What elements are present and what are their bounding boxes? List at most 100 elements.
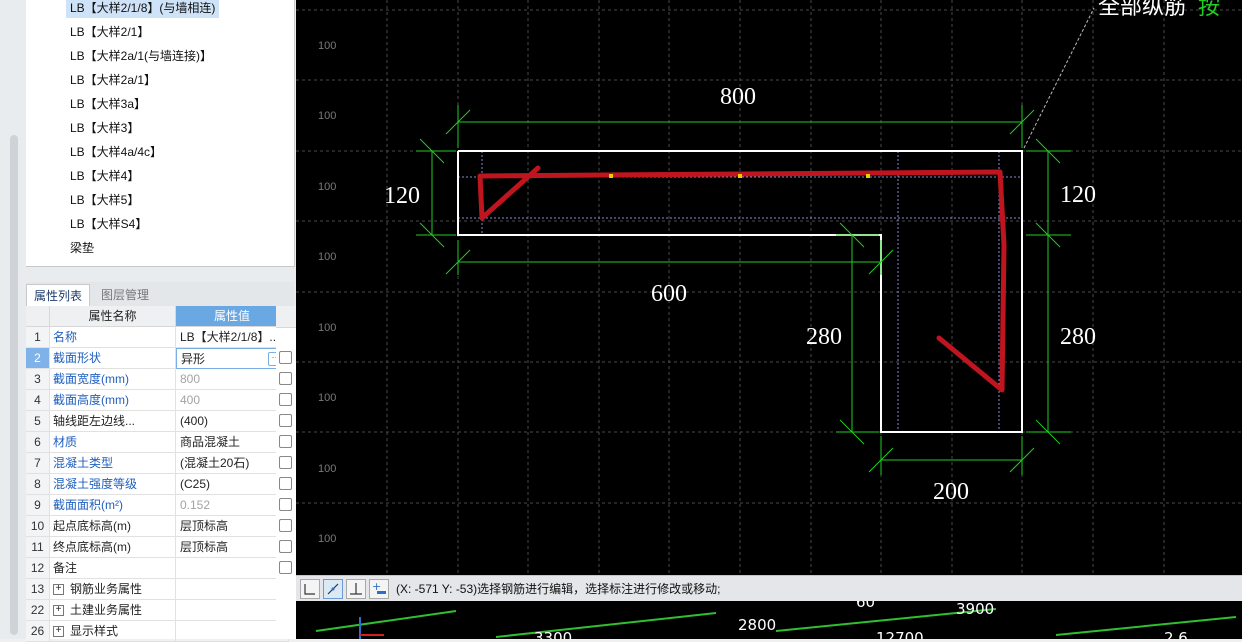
property-grid: 属性名称 属性值 附加 1 名称 LB【大样2/1/8】... 2 截面形状 异…	[26, 306, 329, 642]
tree-item[interactable]: LB【大样2/1】	[66, 22, 153, 42]
property-row[interactable]: 9 截面面积(m²) 0.152	[26, 495, 294, 516]
property-value-editor[interactable]: 异形 ···	[176, 348, 289, 369]
extra-checkbox[interactable]	[279, 561, 292, 574]
grid-label: 100	[318, 533, 336, 545]
property-group-row[interactable]: 13 + 钢筋业务属性	[26, 579, 294, 600]
property-row[interactable]: 12 备注	[26, 558, 294, 579]
property-name: 起点底标高(m)	[50, 516, 176, 537]
orthogonal-mode-icon[interactable]	[300, 579, 320, 599]
property-group[interactable]: + 土建业务属性	[50, 600, 176, 621]
add-dimension-icon[interactable]: +	[369, 579, 389, 599]
property-name: 备注	[50, 558, 176, 579]
property-group[interactable]: + 钢筋业务属性	[50, 579, 176, 600]
tree-item[interactable]: LB【大样2/1/8】(与墙相连)	[66, 0, 220, 18]
tree-item[interactable]: LB【大样4a/4c】	[66, 142, 166, 162]
property-row[interactable]: 5 轴线距左边线... (400)	[26, 411, 294, 432]
extra-checkbox[interactable]	[279, 540, 292, 553]
property-row[interactable]: 2 截面形状 异形 ···	[26, 348, 317, 369]
extra-checkbox[interactable]	[279, 519, 292, 532]
row-number: 22	[26, 600, 50, 621]
property-row[interactable]: 3 截面宽度(mm) 800	[26, 369, 294, 390]
checkbox-column	[276, 306, 296, 639]
dim-left[interactable]: 120	[384, 183, 420, 209]
rebar-point[interactable]	[866, 174, 870, 178]
grid-label: 100	[318, 463, 336, 475]
tree-item[interactable]: LB【大样2a/1(与墙连接)】	[66, 46, 216, 66]
expand-icon[interactable]: +	[53, 626, 64, 638]
axis-label: 60	[856, 601, 875, 611]
section-drawing[interactable]: 100 100 100 100 100 100 100 100 800 120 …	[296, 0, 1242, 575]
tree-item[interactable]: LB【大样3】	[66, 118, 143, 138]
dim-right-top[interactable]: 120	[1060, 182, 1096, 208]
row-number: 9	[26, 495, 50, 516]
property-row[interactable]: 4 截面高度(mm) 400	[26, 390, 294, 411]
property-row[interactable]: 1 名称 LB【大样2/1/8】...	[26, 327, 294, 348]
property-value: 异形	[181, 352, 206, 366]
property-row[interactable]: 6 材质 商品混凝土	[26, 432, 294, 453]
property-row[interactable]: 11 终点底标高(m) 层顶标高	[26, 537, 294, 558]
left-panel: LB【大样2/1/8】(与墙相连) LB【大样2/1】 LB【大样2a/1(与墙…	[0, 0, 329, 642]
left-scrollbar[interactable]	[10, 135, 18, 635]
grid-label: 100	[318, 392, 336, 404]
extra-checkbox[interactable]	[279, 435, 292, 448]
property-value[interactable]: 层顶标高	[176, 537, 289, 558]
property-value[interactable]: (混凝土20石)	[176, 453, 289, 474]
tree-item[interactable]: 梁垫	[66, 238, 98, 258]
tree-item[interactable]: LB【大样5】	[66, 190, 143, 210]
extra-checkbox[interactable]	[279, 498, 292, 511]
tree-item[interactable]: LB【大样S4】	[66, 214, 151, 234]
rebar-point[interactable]	[609, 174, 613, 178]
extra-checkbox[interactable]	[279, 477, 292, 490]
grid-header-name: 属性名称	[50, 306, 176, 327]
grid-label: 100	[318, 181, 336, 193]
property-value: 0.152	[176, 495, 289, 516]
bottom-3d-view[interactable]: 3900 2800 3300 12700 2.6 60	[296, 601, 1242, 639]
rebar-line[interactable]	[477, 165, 1007, 393]
property-name: 截面高度(mm)	[50, 390, 176, 411]
row-number: 5	[26, 411, 50, 432]
tree-item[interactable]: LB【大样3a】	[66, 94, 150, 114]
property-value[interactable]: 层顶标高	[176, 516, 289, 537]
tree-item[interactable]: LB【大样2a/1】	[66, 70, 160, 90]
tree-item[interactable]: LB【大样4】	[66, 166, 143, 186]
perpendicular-icon[interactable]	[346, 579, 366, 599]
tree-scroll-edge	[276, 0, 294, 266]
dim-right-lower[interactable]: 280	[1060, 324, 1096, 350]
property-row[interactable]: 8 混凝土强度等级 (C25)	[26, 474, 294, 495]
property-value: 400	[176, 390, 289, 411]
property-value: 800	[176, 369, 289, 390]
snap-line-icon[interactable]	[323, 579, 343, 599]
expand-icon[interactable]: +	[53, 584, 64, 596]
tab-layer-management[interactable]: 图层管理	[94, 284, 156, 306]
grid-header-value: 属性值	[176, 306, 289, 327]
row-number: 12	[26, 558, 50, 579]
property-group-row[interactable]: 22 + 土建业务属性	[26, 600, 294, 621]
drawing-canvas[interactable]: 100 100 100 100 100 100 100 100 800 120 …	[296, 0, 1242, 575]
dim-bottom[interactable]: 200	[933, 479, 969, 505]
property-value[interactable]: LB【大样2/1/8】...	[176, 327, 289, 348]
property-value[interactable]: 商品混凝土	[176, 432, 289, 453]
row-number: 11	[26, 537, 50, 558]
dim-top[interactable]: 800	[720, 84, 756, 110]
component-tree: LB【大样2/1/8】(与墙相连) LB【大样2/1】 LB【大样2a/1(与墙…	[26, 0, 295, 267]
dim-inner[interactable]: 600	[651, 281, 687, 307]
extra-checkbox[interactable]	[279, 351, 292, 364]
rebar-point[interactable]	[738, 174, 742, 178]
extra-checkbox[interactable]	[279, 456, 292, 469]
property-row[interactable]: 10 起点底标高(m) 层顶标高	[26, 516, 294, 537]
grid-header-number	[26, 306, 50, 327]
property-value[interactable]	[176, 558, 289, 579]
extra-checkbox[interactable]	[279, 414, 292, 427]
property-row[interactable]: 7 混凝土类型 (混凝土20石)	[26, 453, 294, 474]
property-value[interactable]: (C25)	[176, 474, 289, 495]
property-value	[176, 579, 289, 600]
rebar-label[interactable]: 全部纵筋	[1098, 0, 1186, 20]
rebar-label-extra[interactable]: 按	[1198, 0, 1220, 20]
tab-property-list[interactable]: 属性列表	[26, 284, 91, 307]
extra-checkbox[interactable]	[279, 372, 292, 385]
dim-left-lower[interactable]: 280	[806, 324, 842, 350]
extra-checkbox[interactable]	[279, 393, 292, 406]
row-number: 6	[26, 432, 50, 453]
expand-icon[interactable]: +	[53, 605, 64, 617]
property-value[interactable]: (400)	[176, 411, 289, 432]
